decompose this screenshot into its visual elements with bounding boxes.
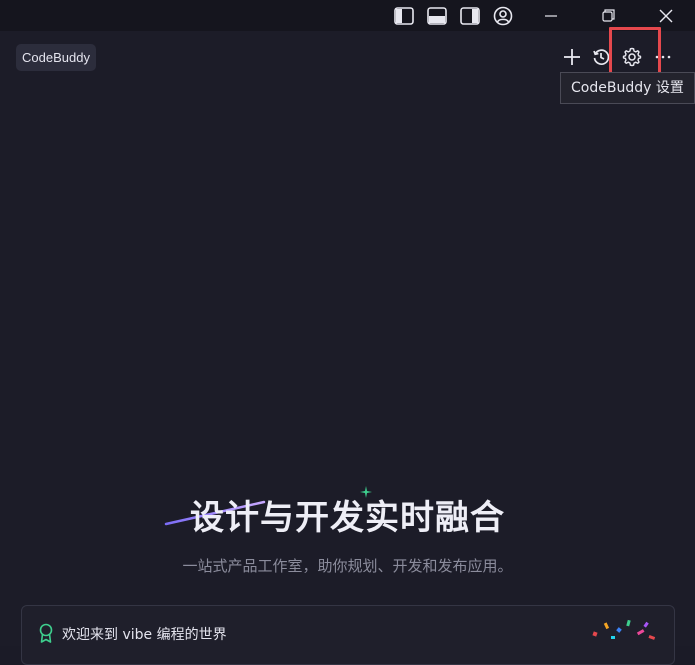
restore-button[interactable] <box>585 0 631 31</box>
title-bar <box>0 0 695 31</box>
hero-subtitle: 一站式产品工作室，助你规划、开发和发布应用。 <box>182 557 513 575</box>
more-actions-button[interactable] <box>651 45 675 69</box>
welcome-card[interactable]: 欢迎来到 vibe 编程的世界 <box>21 605 675 665</box>
history-button[interactable] <box>589 45 613 69</box>
more-icon <box>655 55 671 59</box>
restore-icon <box>601 9 615 22</box>
toggle-primary-sidebar-icon[interactable] <box>393 5 415 27</box>
toggle-secondary-sidebar-icon[interactable] <box>459 5 481 27</box>
toggle-panel-icon[interactable] <box>426 5 448 27</box>
settings-button[interactable] <box>620 45 644 69</box>
minimize-button[interactable] <box>528 0 574 31</box>
minimize-icon <box>545 14 557 17</box>
codebuddy-badge[interactable]: CodeBuddy <box>16 44 96 71</box>
welcome-text: 欢迎来到 vibe 编程的世界 <box>62 627 227 643</box>
codebuddy-panel <box>0 31 695 646</box>
confetti-icon <box>592 619 656 640</box>
gear-icon <box>622 47 642 67</box>
account-icon[interactable] <box>492 5 514 27</box>
settings-tooltip: CodeBuddy 设置 <box>560 72 695 104</box>
hero-title: 设计与开发实时融合 <box>190 498 505 538</box>
close-icon <box>659 9 673 22</box>
close-button[interactable] <box>643 0 689 31</box>
badge-ribbon-icon <box>39 623 53 643</box>
new-chat-button[interactable] <box>560 45 584 69</box>
history-icon <box>593 49 610 65</box>
plus-icon <box>564 49 580 65</box>
